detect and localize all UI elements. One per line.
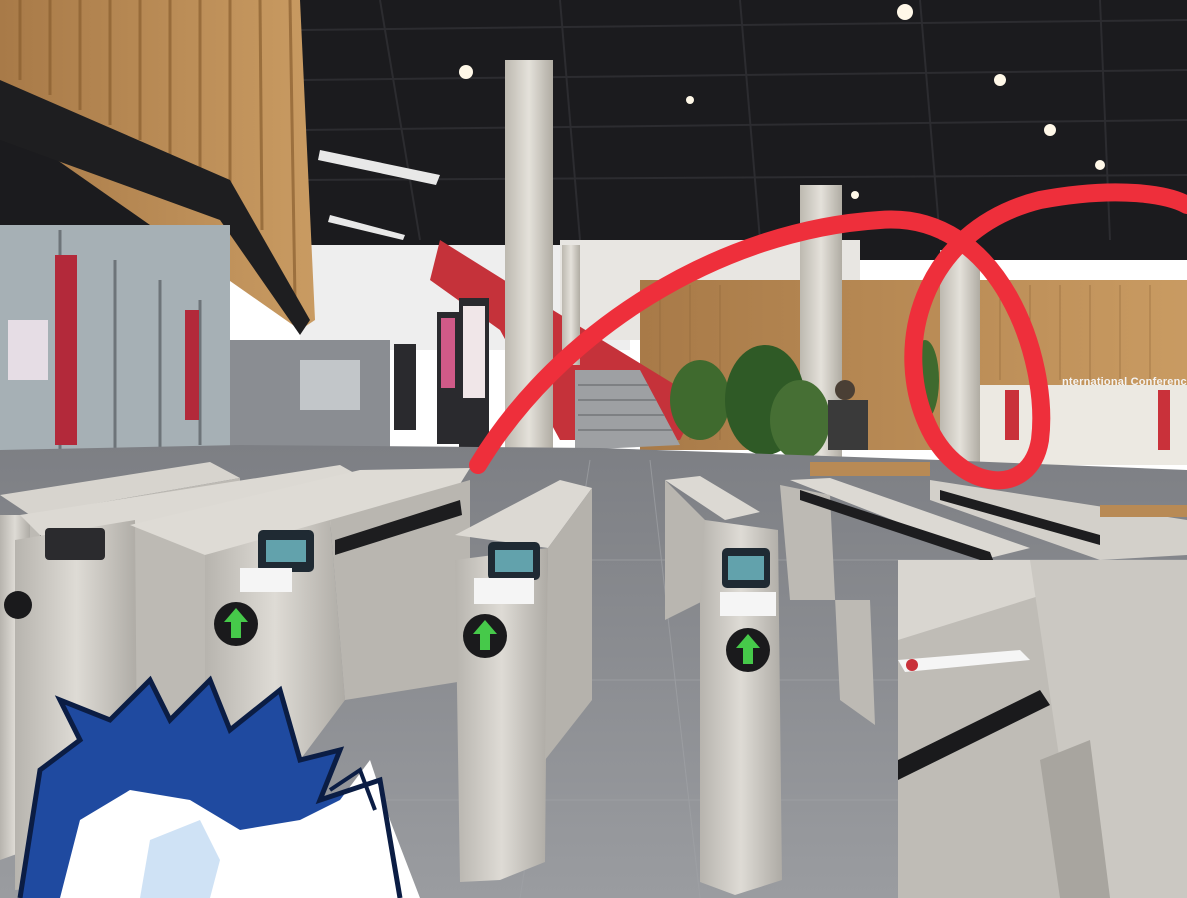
notice-poster [8, 320, 48, 380]
gate-sticker [240, 568, 292, 592]
conference-sign: nternational Conference [1062, 376, 1187, 388]
gate-sticker [474, 578, 534, 604]
inset-closeup [898, 560, 1187, 898]
red-banner [1158, 390, 1170, 450]
column [940, 250, 980, 465]
wooden-bench [1100, 505, 1187, 517]
red-banner [55, 255, 77, 445]
signage-kiosk [394, 344, 416, 430]
red-banner [1005, 390, 1019, 440]
planter-edge [810, 462, 930, 476]
corridor-doors [300, 360, 360, 410]
contactless-reader-icon [45, 528, 105, 560]
lobby-photo: nternational Conference [0, 0, 1187, 898]
gate-arrow-icon [4, 591, 32, 619]
kiosk-screen [463, 306, 485, 398]
red-banner [185, 310, 199, 420]
lobby-scene [0, 0, 1187, 898]
gate-sticker [720, 592, 776, 616]
kiosk-screen [441, 318, 455, 388]
conference-hall-wall [960, 385, 1187, 465]
